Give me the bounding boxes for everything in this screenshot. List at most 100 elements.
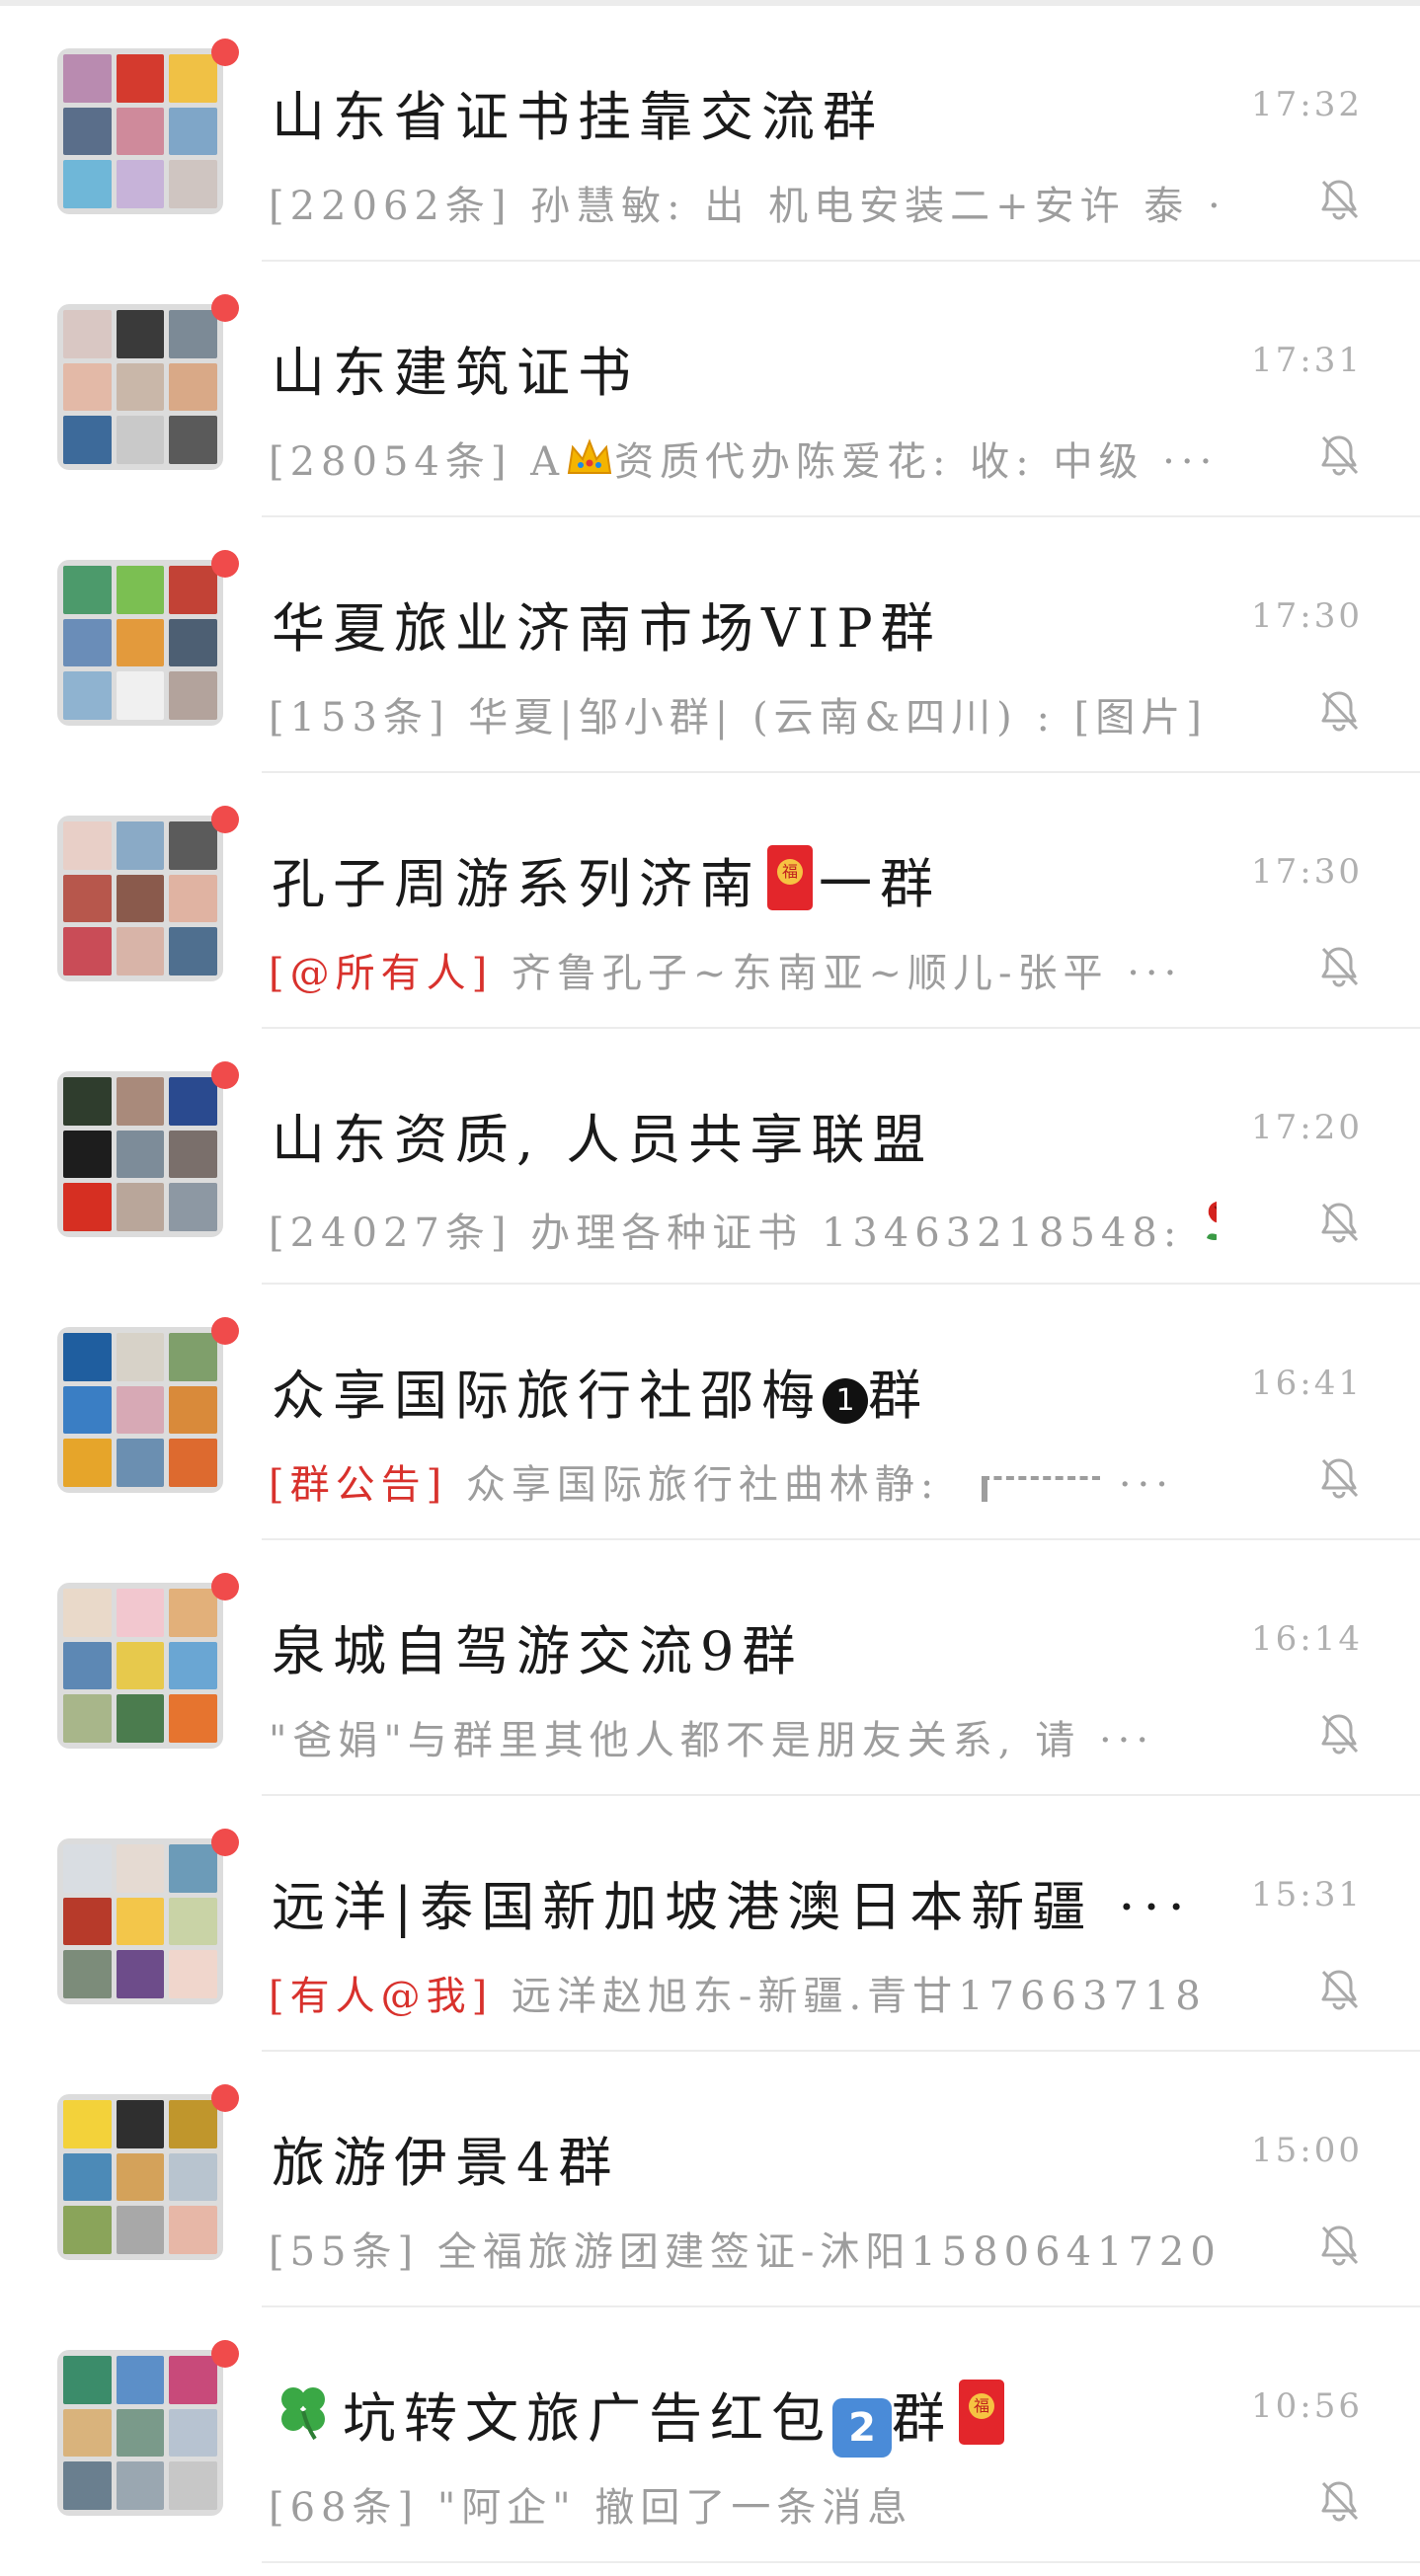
- avatar-tile: [169, 1439, 217, 1487]
- avatar-tile: [116, 1844, 165, 1893]
- rose-icon: [1207, 1201, 1217, 1240]
- avatar-tile: [169, 1844, 217, 1893]
- avatar-tile: [169, 2408, 217, 2458]
- group-avatar: [57, 1583, 223, 1749]
- avatar-tile: [63, 2152, 112, 2202]
- avatar-tile: [63, 107, 112, 156]
- chat-preview: [153条] 华夏|邹小群| (云南&四川) : [图片]: [269, 695, 1208, 741]
- number-one-icon: 1: [823, 1378, 868, 1424]
- avatar-tile: [116, 927, 165, 976]
- avatar-tile: [116, 1950, 165, 1998]
- group-avatar: [57, 48, 223, 214]
- avatar-tile: [116, 1077, 165, 1126]
- group-avatar: [57, 304, 223, 470]
- avatar-tile: [169, 416, 217, 464]
- avatar-tile: [116, 671, 165, 720]
- chat-row[interactable]: 山东建筑证书 [28054条] A 资质代办陈爱花: 收: 中级 ··· 17:3…: [0, 262, 1420, 517]
- avatar-tile: [169, 821, 217, 870]
- avatar-tile: [169, 1589, 217, 1637]
- chat-row[interactable]: 山东资质, 人员共享联盟 [24027条] 办理各种证书 13463218548…: [0, 1029, 1420, 1285]
- avatar-tile: [63, 2206, 112, 2254]
- row-divider: [262, 2561, 1420, 2563]
- avatar-tile: [63, 1589, 112, 1637]
- group-avatar: [57, 1071, 223, 1237]
- group-avatar: [57, 816, 223, 981]
- avatar-tile: [116, 2152, 165, 2202]
- avatar-tile: [116, 618, 165, 667]
- chat-row[interactable]: 坑转文旅广告红包2群 [68条] "阿企" 撤回了一条消息 10:56: [0, 2307, 1420, 2563]
- chat-list: 山东省证书挂靠交流群 [22062条] 孙慧敏: 出 机电安装二+安许 泰 ··…: [0, 6, 1420, 2563]
- chat-row[interactable]: 山东省证书挂靠交流群 [22062条] 孙慧敏: 出 机电安装二+安许 泰 ··…: [0, 6, 1420, 262]
- avatar-tile: [63, 1439, 112, 1487]
- avatar-tile: [63, 1333, 112, 1381]
- group-avatar: [57, 2350, 223, 2516]
- avatar-tile: [116, 1897, 165, 1946]
- bell-slash-icon: [1321, 691, 1359, 732]
- group-avatar: [57, 1327, 223, 1493]
- chat-row[interactable]: 华夏旅业济南市场VIP群 [153条] 华夏|邹小群| (云南&四川) : [图…: [0, 517, 1420, 773]
- avatar-tile: [169, 2356, 217, 2404]
- avatar-tile: [63, 821, 112, 870]
- chat-row[interactable]: 远洋|泰国新加坡港澳日本新疆 ··· [有人@我] 远洋赵旭东-新疆.青甘176…: [0, 1796, 1420, 2052]
- avatar-tile: [63, 1077, 112, 1126]
- avatar-tile: [116, 2408, 165, 2458]
- avatar-tile: [116, 362, 165, 412]
- avatar-tile: [63, 2408, 112, 2458]
- avatar-tile: [63, 1844, 112, 1893]
- number-two-icon: 2: [832, 2398, 892, 2458]
- avatar-tile: [116, 1589, 165, 1637]
- avatar-tile: [116, 566, 165, 614]
- chat-row[interactable]: 众享国际旅行社邵梅 1 群 [群公告] 众享国际旅行社曲林静: ··· 16:41: [0, 1285, 1420, 1540]
- unread-dot: [211, 1061, 239, 1089]
- chat-row[interactable]: 孔子周游系列济南一群 [@所有人] 齐鲁孔子~东南亚~顺儿-张平 ··· 17:…: [0, 773, 1420, 1029]
- chat-preview: [55条] 全福旅游团建签证-沐阳1580641720 ···: [269, 2229, 1217, 2275]
- avatar-tile: [116, 874, 165, 923]
- bell-slash-icon: [1321, 947, 1359, 987]
- avatar-tile: [116, 54, 165, 103]
- unread-dot: [211, 550, 239, 578]
- avatar-tile: [63, 1950, 112, 1998]
- chat-time: 15:31: [1251, 1875, 1363, 1914]
- unread-dot: [211, 1829, 239, 1856]
- chat-time: 17:32: [1251, 85, 1363, 124]
- avatar-tile: [63, 874, 112, 923]
- avatar-tile: [169, 1077, 217, 1126]
- avatar-tile: [116, 1641, 165, 1690]
- bell-slash-icon: [1321, 2481, 1359, 2522]
- chat-preview: [群公告] 众享国际旅行社曲林静: ···: [269, 1462, 1174, 1508]
- avatar-tile: [63, 671, 112, 720]
- avatar-tile: [63, 566, 112, 614]
- bell-slash-icon: [1321, 1458, 1359, 1499]
- avatar-tile: [169, 54, 217, 103]
- avatar-tile: [116, 1694, 165, 1743]
- chat-preview: [@所有人] 齐鲁孔子~东南亚~顺儿-张平 ···: [269, 951, 1183, 996]
- avatar-tile: [169, 1897, 217, 1946]
- chat-preview: [68条] "阿企" 撤回了一条消息: [269, 2485, 913, 2531]
- avatar-tile: [63, 1130, 112, 1179]
- avatar-tile: [63, 1641, 112, 1690]
- mention-me-tag: [有人@我]: [269, 1974, 494, 2019]
- chat-time: 17:30: [1251, 596, 1363, 636]
- avatar-tile: [169, 107, 217, 156]
- avatar-tile: [116, 310, 165, 358]
- chat-title: 众享国际旅行社邵梅 1 群: [272, 1365, 929, 1427]
- unread-dot: [211, 39, 239, 66]
- avatar-tile: [116, 2461, 165, 2510]
- chat-preview: [28054条] A 资质代办陈爱花: 收: 中级 ···: [269, 438, 1217, 485]
- red-envelope-icon: [767, 845, 813, 910]
- avatar-tile: [63, 310, 112, 358]
- bell-slash-icon: [1321, 1203, 1359, 1243]
- unread-dot: [211, 1573, 239, 1600]
- chat-row[interactable]: 旅游伊景4群 [55条] 全福旅游团建签证-沐阳1580641720 ··· 1…: [0, 2052, 1420, 2307]
- chat-time: 17:20: [1251, 1108, 1363, 1147]
- four-leaf-clover-icon: [281, 2387, 325, 2441]
- unread-dot: [211, 1317, 239, 1345]
- chat-row[interactable]: 泉城自驾游交流9群 "爸娟"与群里其他人都不是朋友关系, 请 ··· 16:14: [0, 1540, 1420, 1796]
- avatar-tile: [63, 54, 112, 103]
- avatar-tile: [169, 1641, 217, 1690]
- bell-slash-icon: [1321, 1714, 1359, 1755]
- avatar-tile: [63, 1183, 112, 1231]
- avatar-tile: [169, 2100, 217, 2148]
- avatar-tile: [169, 1950, 217, 1998]
- avatar-tile: [116, 416, 165, 464]
